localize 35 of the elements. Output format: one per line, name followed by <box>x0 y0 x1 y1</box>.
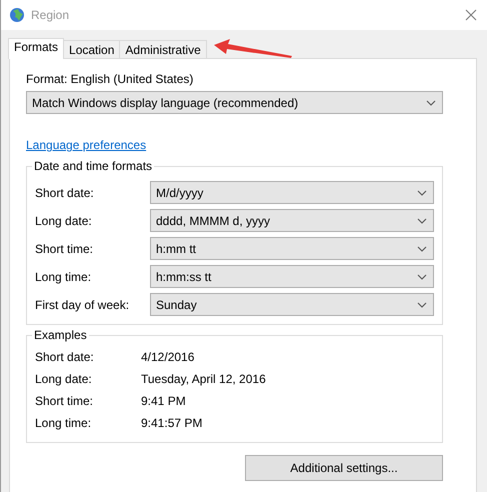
group-title: Examples <box>32 328 89 342</box>
window-title: Region <box>31 8 70 22</box>
chevron-down-icon <box>417 246 427 252</box>
dropdown[interactable]: M/d/yyyy <box>150 181 434 204</box>
example-label: Short time: <box>35 394 94 408</box>
tab[interactable]: Formats <box>8 38 64 59</box>
language-preferences-link[interactable]: Language preferences <box>26 138 146 152</box>
chevron-down-icon <box>417 302 427 308</box>
tab[interactable]: Administrative <box>119 40 207 58</box>
dropdown[interactable]: dddd, MMMM d, yyyy <box>150 209 434 232</box>
example-value: 9:41 PM <box>141 394 187 408</box>
example-label: Long date: <box>35 372 93 386</box>
chevron-down-icon <box>417 218 427 224</box>
example-value: Tuesday, April 12, 2016 <box>141 372 267 386</box>
field-label: Long time: <box>35 270 92 284</box>
group-title: Date and time formats <box>32 159 154 173</box>
example-value: 9:41:57 PM <box>141 416 204 430</box>
example-label: Long time: <box>35 416 92 430</box>
chevron-down-icon <box>426 100 436 106</box>
globe-icon <box>9 7 25 23</box>
field-label: First day of week: <box>35 298 130 312</box>
field-label: Long date: <box>35 214 93 228</box>
format-label: Format: English (United States) <box>26 72 194 86</box>
example-value: 4/12/2016 <box>141 350 196 364</box>
dropdown[interactable]: h:mm:ss tt <box>150 265 434 288</box>
chevron-down-icon <box>417 274 427 280</box>
example-label: Short date: <box>35 350 95 364</box>
chevron-down-icon <box>417 190 427 196</box>
dropdown[interactable]: Match Windows display language (recommended) <box>26 91 443 114</box>
close-icon[interactable] <box>465 9 477 21</box>
additional-settings-button[interactable]: Additional settings... <box>245 455 443 481</box>
dropdown[interactable]: h:mm tt <box>150 237 434 260</box>
dropdown[interactable]: Sunday <box>150 293 434 316</box>
field-label: Short date: <box>35 186 95 200</box>
field-label: Short time: <box>35 242 94 256</box>
